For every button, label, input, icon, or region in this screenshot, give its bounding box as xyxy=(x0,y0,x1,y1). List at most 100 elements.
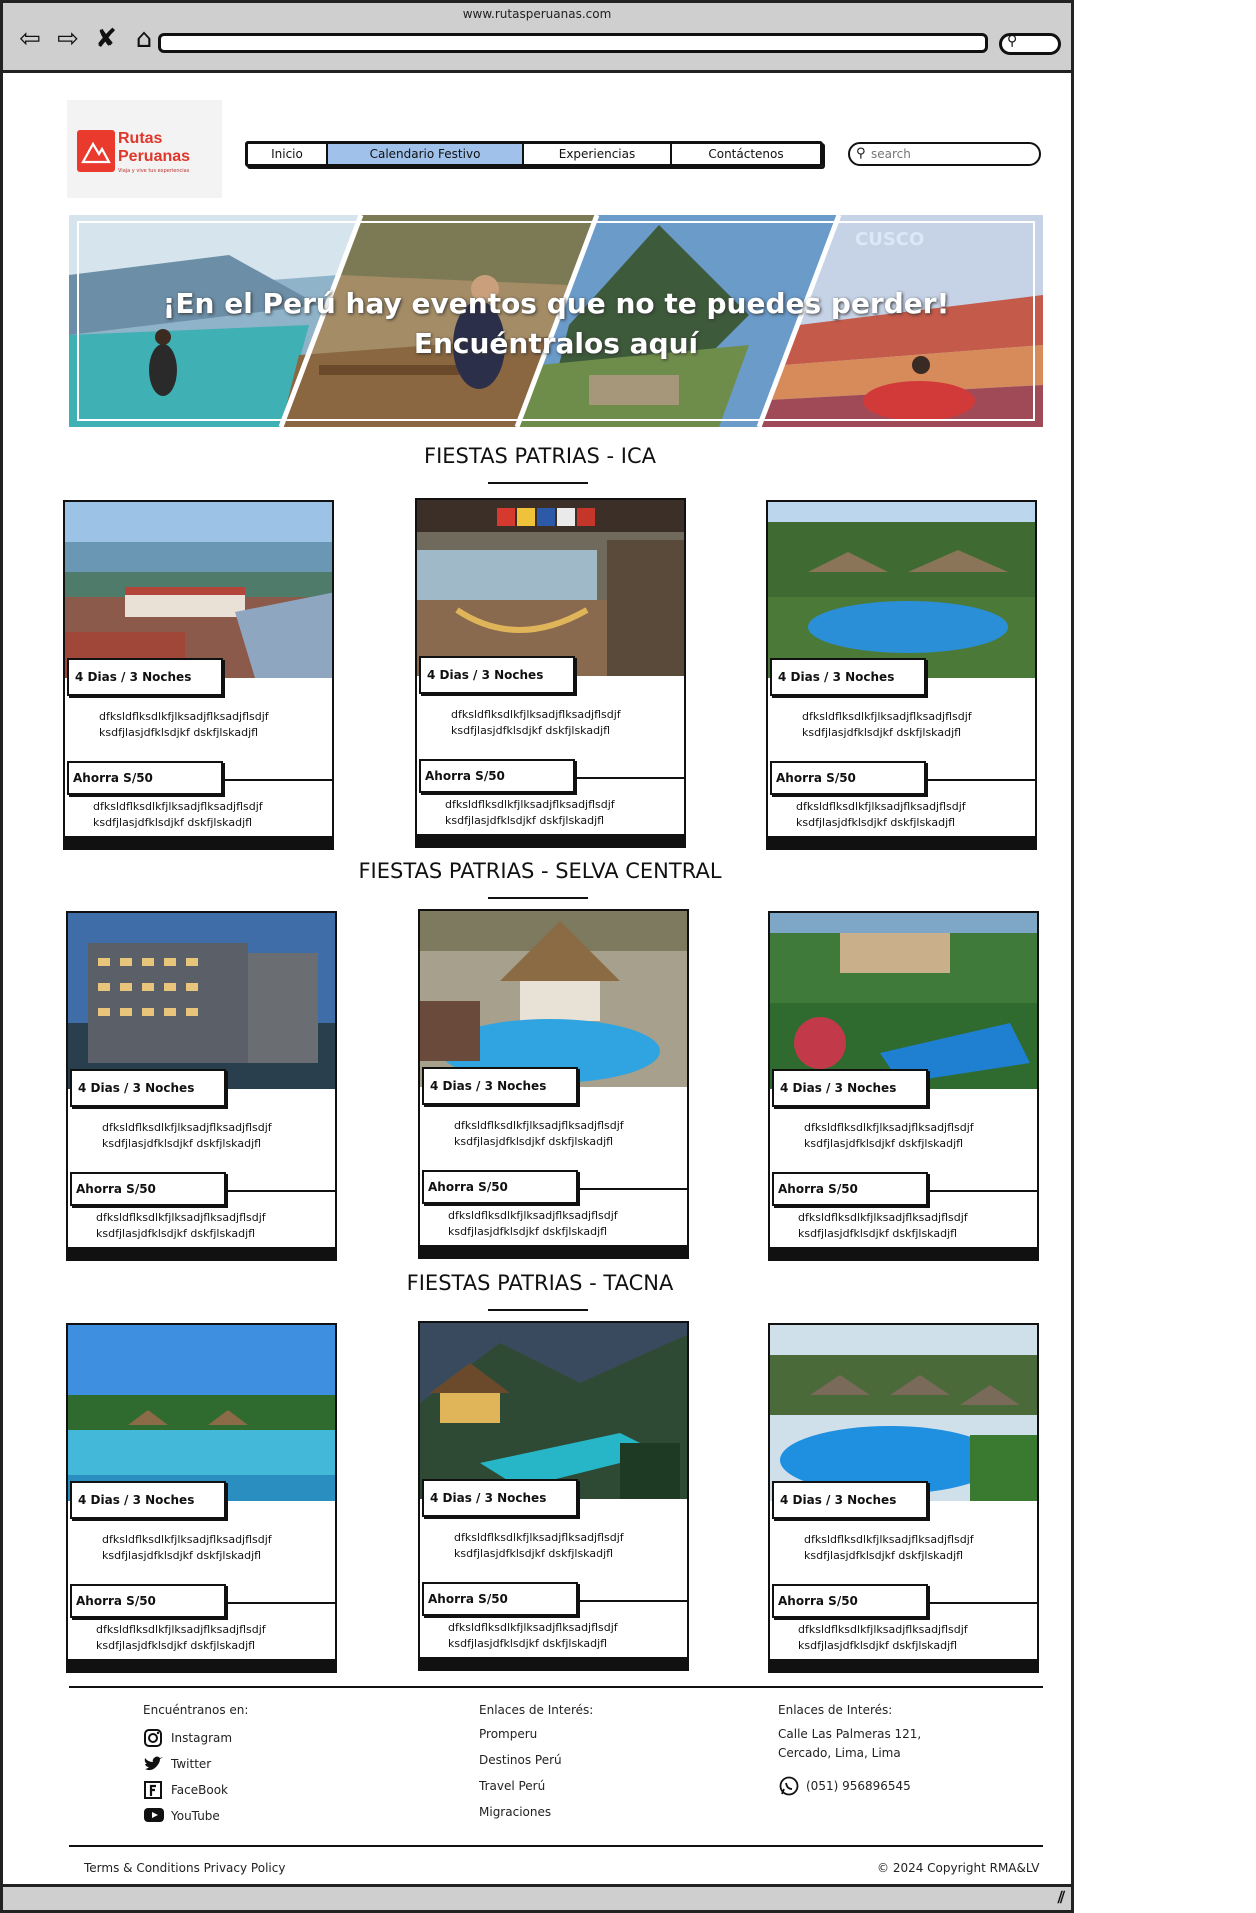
contact-phone[interactable]: (051) 956896545 xyxy=(778,1775,921,1797)
card-note: dfksldflksdlkfjlksadjflksadjflsdjf ksdfjl… xyxy=(798,1622,1034,1654)
card-description-line: dfksldflksdlkfjlksadjflksadjflsdjf xyxy=(454,1119,624,1132)
card-description: dfksldflksdlkfjlksadjflksadjflsdjf ksdfjl… xyxy=(454,1118,684,1150)
menu-item-inicio[interactable]: Inicio xyxy=(248,144,328,164)
card-photo[interactable] xyxy=(68,913,337,1089)
copyright: © 2024 Copyright RMA&LV xyxy=(877,1861,1040,1875)
card-divider xyxy=(928,1602,1037,1604)
back-arrow-icon[interactable]: ⇦ xyxy=(15,25,45,53)
contact-phone-number: (051) 956896545 xyxy=(806,1779,911,1793)
legal-links[interactable]: Terms & Conditions Privacy Policy xyxy=(84,1861,285,1875)
footer-link[interactable]: Travel Perú xyxy=(479,1773,593,1799)
card-description: dfksldflksdlkfjlksadjflksadjflsdjf ksdfjl… xyxy=(102,1120,332,1152)
tour-card[interactable]: 4 Dias / 3 Noches dfksldflksdlkfjlksadjfl… xyxy=(415,498,686,848)
browser-status-bar: ⫽ xyxy=(3,1884,1071,1910)
card-duration: 4 Dias / 3 Noches xyxy=(67,658,223,696)
tour-card[interactable]: 4 Dias / 3 Noches dfksldflksdlkfjlksadjfl… xyxy=(418,909,689,1259)
card-description-line: ksdfjlasjdfklsdjkf dskfjlskadjfl xyxy=(102,1137,262,1150)
card-price-badge: Ahorra S/50 xyxy=(419,759,575,793)
social-list: Instagram Twitter FaceBook YouTube xyxy=(143,1725,248,1829)
main-nav: Inicio Calendario Festivo Experiencias Cont… xyxy=(245,141,823,167)
card-note-line: dfksldflksdlkfjlksadjflksadjflsdjf xyxy=(796,800,966,813)
card-duration: 4 Dias / 3 Noches xyxy=(770,658,926,696)
social-link-facebook[interactable]: FaceBook xyxy=(143,1777,248,1803)
resize-handle-icon[interactable]: ⫽ xyxy=(1058,1888,1065,1908)
card-photo[interactable] xyxy=(65,502,334,678)
tour-card[interactable]: 4 Dias / 3 Noches dfksldflksdlkfjlksadjfl… xyxy=(66,1323,337,1673)
card-footer-bar xyxy=(68,1659,335,1671)
social-link-twitter[interactable]: Twitter xyxy=(143,1751,248,1777)
tour-card[interactable]: 4 Dias / 3 Noches dfksldflksdlkfjlksadjfl… xyxy=(768,1323,1039,1673)
close-icon[interactable]: ✘ xyxy=(91,25,121,53)
home-icon[interactable]: ⌂ xyxy=(129,25,159,53)
card-note: dfksldflksdlkfjlksadjflksadjflsdjf ksdfjl… xyxy=(96,1210,332,1242)
card-description-line: ksdfjlasjdfklsdjkf dskfjlskadjfl xyxy=(451,724,611,737)
card-price-badge: Ahorra S/50 xyxy=(70,1584,226,1618)
card-note-line: ksdfjlasjdfklsdjkf dskfjlskadjfl xyxy=(798,1639,958,1652)
card-description-line: dfksldflksdlkfjlksadjflksadjflsdjf xyxy=(102,1121,272,1134)
search-icon: ⚲ xyxy=(1007,33,1018,49)
card-photo[interactable] xyxy=(770,913,1039,1089)
card-photo[interactable] xyxy=(420,1323,689,1499)
tour-card[interactable]: 4 Dias / 3 Noches dfksldflksdlkfjlksadjfl… xyxy=(63,500,334,850)
hero-watermark: CUSCO xyxy=(855,229,925,250)
section-title: FIESTAS PATRIAS - TACNA xyxy=(406,1271,674,1295)
search-field[interactable]: ⚲ xyxy=(848,142,1041,166)
section-title: FIESTAS PATRIAS - ICA xyxy=(424,444,656,468)
card-description-line: ksdfjlasjdfklsdjkf dskfjlskadjfl xyxy=(802,726,962,739)
menu-item-experiencias[interactable]: Experiencias xyxy=(524,144,672,164)
social-link-label: Instagram xyxy=(171,1731,233,1745)
section-title-underline xyxy=(488,482,588,484)
browser-search-field[interactable]: ⚲ xyxy=(999,33,1061,55)
card-photo[interactable] xyxy=(420,911,689,1087)
card-description-line: dfksldflksdlkfjlksadjflksadjflsdjf xyxy=(451,708,621,721)
section-title-underline xyxy=(488,1309,588,1311)
card-photo[interactable] xyxy=(768,502,1037,678)
menu-item-cont-ctenos[interactable]: Contáctenos xyxy=(672,144,820,164)
footer-link[interactable]: Destinos Perú xyxy=(479,1747,593,1773)
instagram-icon xyxy=(143,1728,165,1748)
card-photo[interactable] xyxy=(417,500,686,676)
card-price-badge: Ahorra S/50 xyxy=(772,1172,928,1206)
address-bar[interactable] xyxy=(158,33,988,53)
card-note: dfksldflksdlkfjlksadjflksadjflsdjf ksdfjl… xyxy=(96,1622,332,1654)
links-list: Promperu Destinos Perú Travel Perú Migracio… xyxy=(479,1721,593,1825)
social-link-label: FaceBook xyxy=(171,1783,228,1797)
card-description-line: ksdfjlasjdfklsdjkf dskfjlskadjfl xyxy=(454,1135,614,1148)
card-price-badge: Ahorra S/50 xyxy=(422,1170,578,1204)
footer-link[interactable]: Promperu xyxy=(479,1721,593,1747)
card-photo[interactable] xyxy=(68,1325,337,1501)
footer-links-heading: Enlaces de Interés: xyxy=(479,1703,594,1717)
tour-card[interactable]: 4 Dias / 3 Noches dfksldflksdlkfjlksadjfl… xyxy=(766,500,1037,850)
search-input[interactable] xyxy=(871,146,1031,162)
forward-arrow-icon[interactable]: ⇨ xyxy=(53,25,83,53)
card-note-line: dfksldflksdlkfjlksadjflksadjflsdjf xyxy=(448,1621,618,1634)
whatsapp-icon xyxy=(778,1775,800,1797)
card-divider xyxy=(226,1602,335,1604)
card-description-line: ksdfjlasjdfklsdjkf dskfjlskadjfl xyxy=(804,1549,964,1562)
social-link-youtube[interactable]: YouTube xyxy=(143,1803,248,1829)
social-link-instagram[interactable]: Instagram xyxy=(143,1725,248,1751)
card-price-badge: Ahorra S/50 xyxy=(70,1172,226,1206)
tour-card[interactable]: 4 Dias / 3 Noches dfksldflksdlkfjlksadjfl… xyxy=(66,911,337,1261)
logo-text: Rutas Peruanas xyxy=(118,130,191,165)
card-duration: 4 Dias / 3 Noches xyxy=(419,656,575,694)
card-description-line: dfksldflksdlkfjlksadjflksadjflsdjf xyxy=(102,1533,272,1546)
tour-card[interactable]: 4 Dias / 3 Noches dfksldflksdlkfjlksadjfl… xyxy=(418,1321,689,1671)
youtube-icon xyxy=(143,1806,165,1826)
card-duration: 4 Dias / 3 Noches xyxy=(70,1069,226,1107)
card-photo[interactable] xyxy=(770,1325,1039,1501)
card-footer-bar xyxy=(420,1657,687,1669)
tour-card[interactable]: 4 Dias / 3 Noches dfksldflksdlkfjlksadjfl… xyxy=(768,911,1039,1261)
card-divider xyxy=(928,1190,1037,1192)
section-title-underline xyxy=(488,897,588,899)
site-logo[interactable]: Rutas Peruanas Viaja y vive tus experien… xyxy=(67,100,222,198)
card-note-line: dfksldflksdlkfjlksadjflksadjflsdjf xyxy=(448,1209,618,1222)
footer-link[interactable]: Migraciones xyxy=(479,1799,593,1825)
card-note-line: ksdfjlasjdfklsdjkf dskfjlskadjfl xyxy=(93,816,253,829)
card-note: dfksldflksdlkfjlksadjflksadjflsdjf ksdfjl… xyxy=(798,1210,1034,1242)
logo-tagline: Viaja y vive tus experiencias xyxy=(118,168,190,174)
hero-headline: ¡En el Perú hay eventos que no te puedes… xyxy=(162,287,950,320)
card-note-line: ksdfjlasjdfklsdjkf dskfjlskadjfl xyxy=(448,1637,608,1650)
browser-window: www.rutasperuanas.com ⇦ ⇨ ✘ ⌂ ⚲ Rutas Pe… xyxy=(0,0,1074,1913)
menu-item-calendario-festivo[interactable]: Calendario Festivo xyxy=(328,144,524,164)
